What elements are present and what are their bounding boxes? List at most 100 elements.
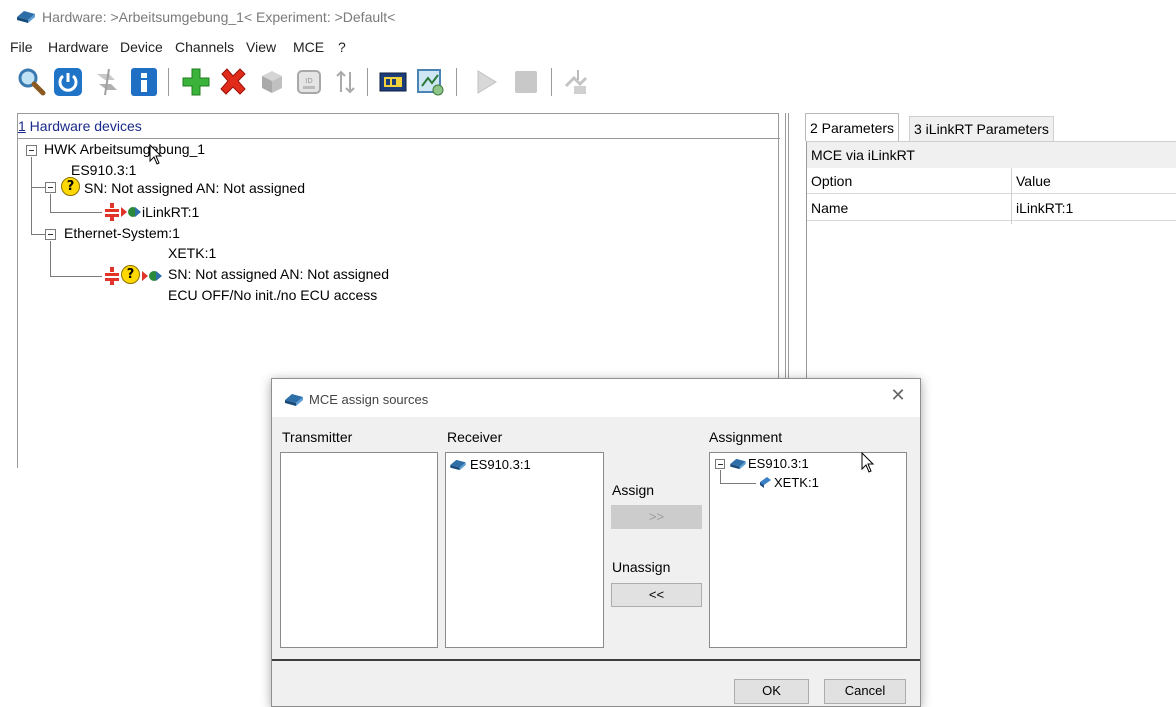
tree-node-xetk-sn: SN: Not assigned AN: Not assigned	[168, 266, 390, 282]
panel-divider	[18, 138, 780, 139]
device-icon	[730, 458, 746, 470]
menu-mce[interactable]: MCE	[293, 39, 324, 55]
play-icon[interactable]	[470, 66, 502, 98]
grid-header-row: Option Value	[807, 168, 1176, 194]
dialog-titlebar: MCE assign sources ✕	[272, 379, 920, 417]
menu-channels[interactable]: Channels	[175, 39, 234, 55]
grid-column-divider	[1011, 168, 1012, 224]
transmitter-list[interactable]	[280, 452, 438, 648]
tab-ilinkrt-parameters[interactable]: 3 iLinkRT Parameters	[909, 116, 1054, 141]
window-titlebar: Hardware: >Arbeitsumgebung_1< Experiment…	[0, 0, 1176, 34]
menu-view[interactable]: View	[246, 39, 276, 55]
toolbar-separator	[367, 68, 368, 96]
tree-line	[50, 212, 102, 213]
tree-expander-assignment[interactable]	[715, 459, 725, 469]
tree-line	[50, 276, 102, 277]
tree-line	[31, 234, 45, 235]
xetk-protocol-icon	[142, 271, 162, 281]
tree-expander-es910[interactable]	[45, 182, 56, 193]
hardware-devices-title: Hardware devices	[25, 118, 142, 134]
assignment-tree[interactable]: ES910.3:1 XETK:1	[709, 452, 907, 648]
tree-node-xetk[interactable]: XETK:1	[168, 245, 216, 261]
info-icon[interactable]	[128, 66, 160, 98]
xetk-module-icon	[760, 477, 771, 488]
tree-line	[31, 187, 45, 188]
transmitter-label: Transmitter	[282, 429, 353, 445]
network-icon[interactable]	[414, 66, 446, 98]
mce-assign-sources-dialog: MCE assign sources ✕ Transmitter Receive…	[271, 378, 921, 707]
dialog-title: MCE assign sources	[309, 392, 429, 407]
calibration-icon[interactable]	[560, 66, 592, 98]
tree-node-es910-sn: SN: Not assigned AN: Not assigned	[84, 180, 306, 196]
tree-line	[720, 470, 721, 483]
assign-button[interactable]: >>	[611, 505, 702, 529]
receiver-list[interactable]: ES910.3:1	[445, 452, 604, 648]
receiver-item-label: ES910.3:1	[470, 457, 531, 472]
device-icon	[450, 459, 466, 471]
app-logo-icon	[285, 394, 303, 406]
tree-expander-root[interactable]	[26, 145, 37, 156]
tab-parameters[interactable]: 2 Parameters	[805, 113, 900, 141]
toolbar-separator	[456, 68, 457, 96]
unassign-label: Unassign	[612, 559, 671, 575]
menu-device[interactable]: Device	[120, 39, 163, 55]
assignment-child-label[interactable]: XETK:1	[774, 475, 819, 490]
dialog-body: Transmitter Receiver Assignment ES910.3:…	[272, 417, 920, 706]
question-status-icon: ?	[61, 177, 80, 196]
connector-red-icon	[105, 267, 119, 285]
tree-node-es910[interactable]: ES910.3:1	[71, 162, 136, 178]
menu-help[interactable]: ?	[338, 39, 346, 55]
section-title: MCE via iLinkRT	[807, 142, 1176, 168]
id-card-icon[interactable]: ID	[293, 66, 325, 98]
receiver-label: Receiver	[447, 429, 503, 445]
tree-node-ethernet-system[interactable]: Ethernet-System:1	[64, 225, 180, 241]
list-item[interactable]: ES910.3:1	[449, 457, 599, 473]
toolbar-separator	[551, 68, 552, 96]
close-icon[interactable]: ✕	[889, 387, 907, 405]
window-title: Hardware: >Arbeitsumgebung_1< Experiment…	[42, 9, 396, 25]
svg-text:ID: ID	[305, 77, 312, 85]
option-name-cell: Name	[811, 200, 849, 216]
tree-expander-ethernet[interactable]	[45, 229, 56, 240]
parameters-panel: 2 Parameters 3 iLinkRT Parameters MCE vi…	[796, 109, 1176, 441]
assignment-label: Assignment	[709, 429, 783, 445]
tree-node-workspace[interactable]: HWK Arbeitsumgebung_1	[44, 141, 205, 157]
app-logo-icon	[17, 11, 35, 23]
grid-row[interactable]: Name iLinkRT:1	[807, 195, 1176, 221]
menu-hardware[interactable]: Hardware	[48, 39, 109, 55]
unassign-button[interactable]: <<	[611, 583, 702, 607]
tree-line	[31, 157, 32, 234]
tree-node-ilinkrt[interactable]: iLinkRT:1	[142, 204, 199, 220]
cube-icon[interactable]	[256, 66, 288, 98]
mouse-cursor-icon	[149, 144, 163, 165]
add-icon[interactable]	[180, 66, 212, 98]
ecu-icon[interactable]	[377, 66, 409, 98]
assign-label: Assign	[612, 482, 655, 498]
toolbar-separator	[168, 68, 169, 96]
tree-line	[50, 241, 51, 276]
stop-icon[interactable]	[510, 66, 542, 98]
tree-line	[720, 483, 756, 484]
hardware-devices-header[interactable]: 1 Hardware devices	[18, 118, 142, 134]
mouse-cursor-icon	[861, 452, 875, 473]
menu-file[interactable]: File	[10, 39, 33, 55]
option-value-cell[interactable]: iLinkRT:1	[1016, 200, 1073, 216]
ilink-protocol-icon	[121, 207, 141, 217]
tree-line	[50, 194, 51, 212]
power-icon[interactable]	[52, 66, 84, 98]
sort-icon[interactable]	[330, 66, 362, 98]
hardware-devices-hotkey: 1	[18, 118, 26, 134]
assignment-root-label[interactable]: ES910.3:1	[748, 456, 809, 471]
footer-divider	[272, 659, 920, 661]
search-icon[interactable]	[15, 66, 47, 98]
disconnect-icon[interactable]	[91, 66, 123, 98]
question-status-icon: ?	[121, 265, 140, 284]
delete-icon[interactable]	[217, 66, 249, 98]
menubar: File Hardware Device Channels View MCE ?	[0, 35, 700, 59]
tree-node-xetk-status: ECU OFF/No init./no ECU access	[168, 287, 378, 303]
toolbar: ID	[0, 60, 700, 106]
column-header-option: Option	[811, 173, 853, 189]
connector-red-icon	[105, 203, 119, 221]
ok-button[interactable]: OK	[734, 679, 809, 704]
cancel-button[interactable]: Cancel	[824, 679, 906, 704]
